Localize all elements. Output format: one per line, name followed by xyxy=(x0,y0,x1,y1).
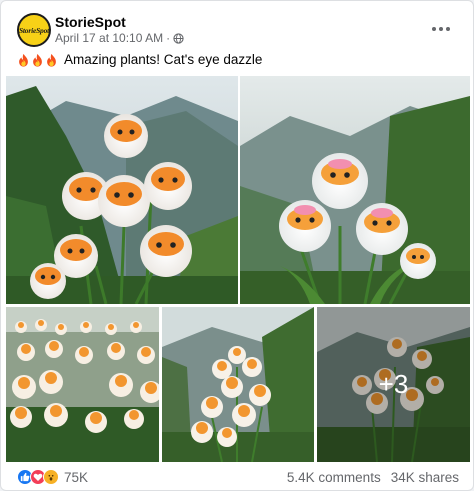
facebook-post: StorieSpot StorieSpot April 17 at 10:10 … xyxy=(0,0,474,491)
caption-text: Amazing plants! Cat's eye dazzle xyxy=(64,52,263,67)
dot-icon xyxy=(439,27,443,31)
meta-separator: · xyxy=(166,31,171,45)
post-photo-1[interactable] xyxy=(6,76,238,304)
comments-count-link[interactable]: 5.4K comments xyxy=(287,470,381,485)
engagement-stats: 5.4K comments 34K shares xyxy=(287,470,459,485)
fire-icon xyxy=(33,53,42,67)
post-footer: 75K 5.4K comments 34K shares xyxy=(17,467,461,489)
post-date[interactable]: April 17 at 10:10 AM xyxy=(55,31,163,45)
post-photo-3[interactable] xyxy=(6,307,159,462)
reaction-count: 75K xyxy=(64,469,89,485)
wow-icon xyxy=(43,469,59,485)
cat-eye-flower-photo xyxy=(162,307,314,462)
cat-eye-flower-photo xyxy=(6,76,238,304)
post-meta: April 17 at 10:10 AM · xyxy=(55,31,184,45)
dot-icon xyxy=(446,27,450,31)
post-photo-5-more[interactable]: +3 xyxy=(317,307,470,462)
more-photos-overlay[interactable]: +3 xyxy=(317,307,470,462)
dot-icon xyxy=(432,27,436,31)
avatar[interactable]: StorieSpot xyxy=(17,13,51,47)
post-photo-2[interactable] xyxy=(240,76,470,304)
fire-icon xyxy=(19,53,28,67)
post-header: StorieSpot StorieSpot April 17 at 10:10 … xyxy=(15,13,455,47)
more-photos-count: +3 xyxy=(378,369,409,399)
globe-icon xyxy=(173,32,184,44)
fire-emojis xyxy=(17,53,58,67)
more-options-button[interactable] xyxy=(429,19,453,39)
author-name[interactable]: StorieSpot xyxy=(55,14,126,30)
cat-eye-flower-photo xyxy=(6,307,159,462)
post-photo-4[interactable] xyxy=(162,307,314,462)
fire-icon xyxy=(47,53,56,67)
reactions-summary[interactable]: 75K xyxy=(17,469,88,485)
post-caption: Amazing plants! Cat's eye dazzle xyxy=(17,52,262,67)
shares-count-link[interactable]: 34K shares xyxy=(391,470,459,485)
avatar-logo-text: StorieSpot xyxy=(18,25,50,35)
cat-eye-flower-photo xyxy=(240,76,470,304)
